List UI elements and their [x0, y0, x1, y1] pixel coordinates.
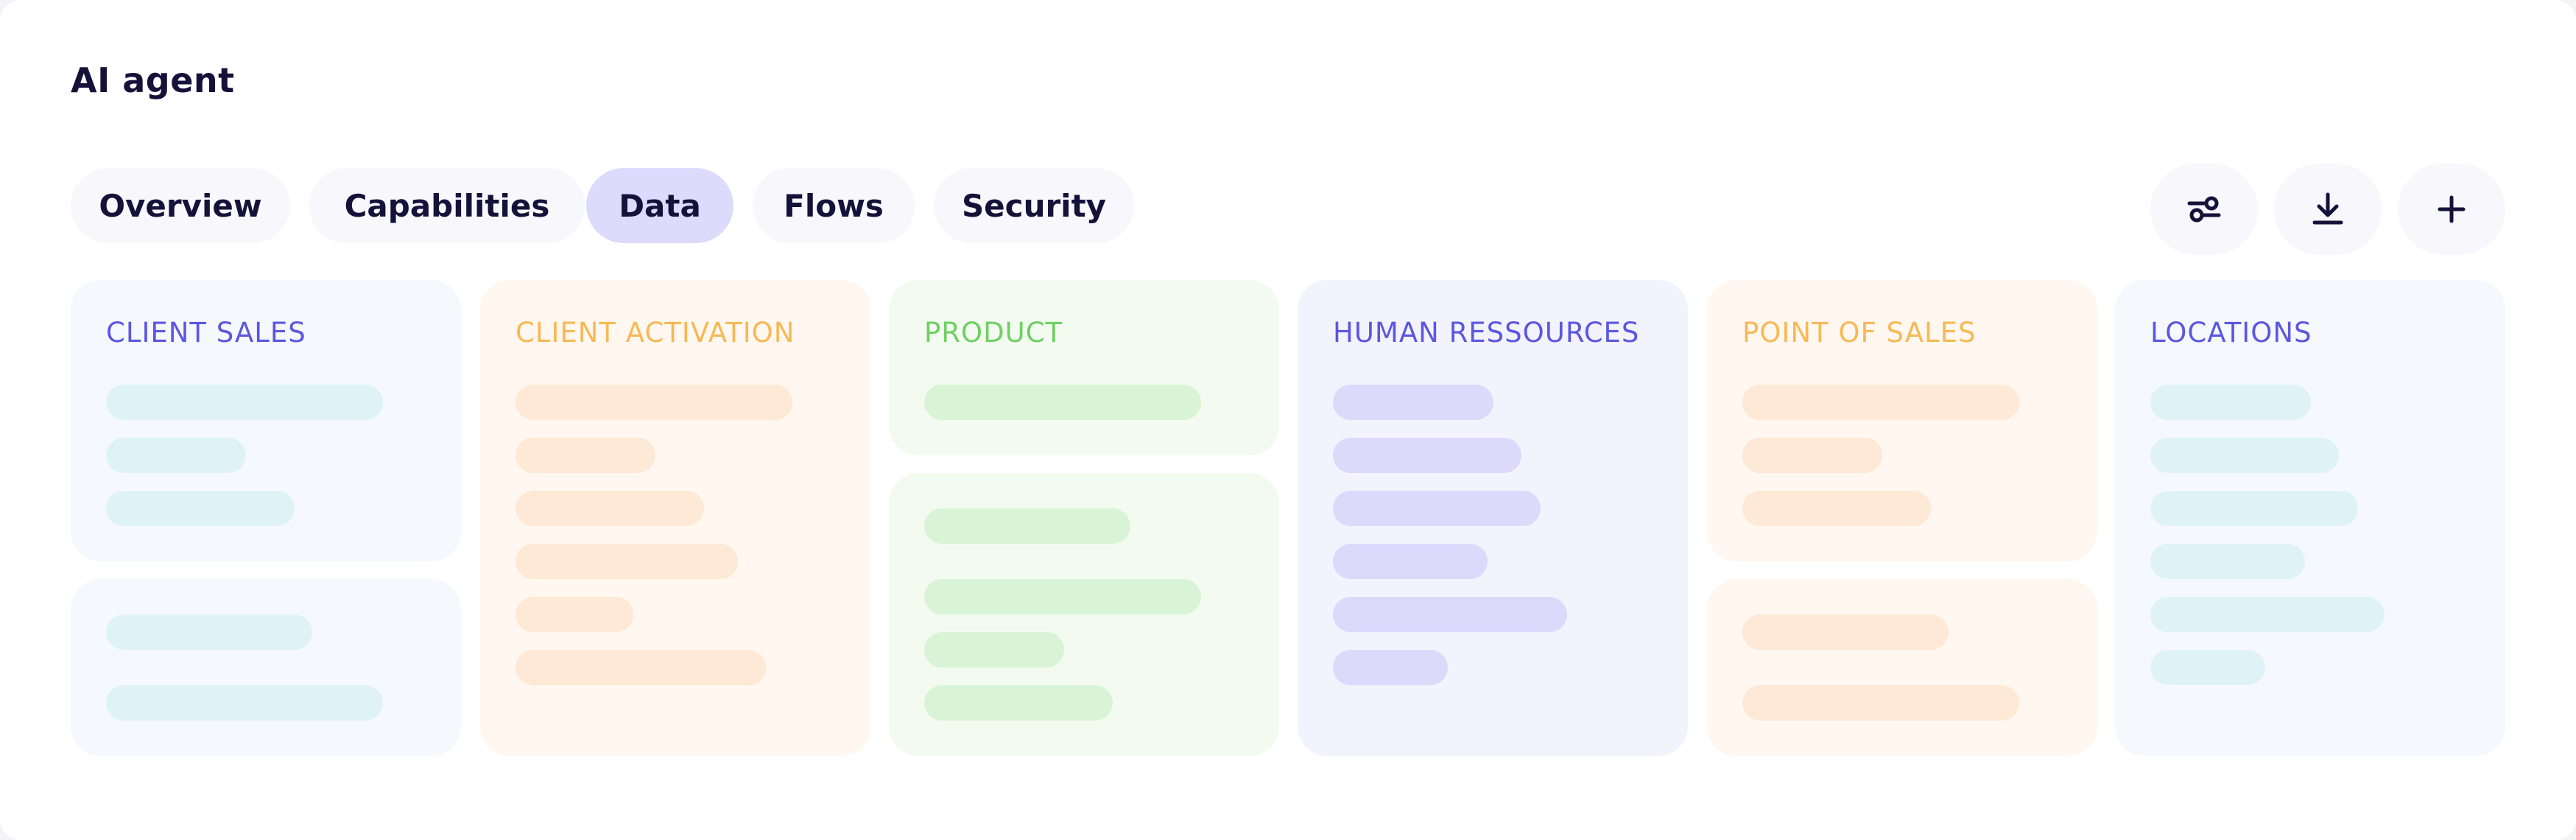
tab-flows[interactable]: Flows — [753, 168, 915, 243]
placeholder-bar — [2150, 597, 2385, 632]
tab-overview[interactable]: Overview — [71, 168, 290, 243]
add-button[interactable] — [2398, 164, 2505, 255]
placeholder-bar — [1333, 385, 1493, 420]
data-card[interactable] — [71, 579, 461, 756]
placeholder-bar — [1742, 615, 1949, 650]
card-title: CLIENT ACTIVATION — [515, 317, 795, 349]
placeholder-bar — [106, 491, 295, 526]
placeholder-bar — [2150, 385, 2311, 420]
placeholder-bar — [106, 685, 383, 721]
placeholder-bar — [2150, 650, 2265, 685]
data-card[interactable] — [1707, 579, 2097, 756]
placeholder-bar — [515, 650, 766, 685]
card-title: LOCATIONS — [2150, 317, 2312, 349]
sliders-icon — [2187, 196, 2221, 223]
placeholder-bar — [924, 579, 1201, 615]
data-card[interactable] — [889, 473, 1279, 756]
ai-agent-panel: AI agent Overview Capabilities Data Flow… — [0, 0, 2576, 840]
placeholder-bar — [1742, 385, 2019, 420]
placeholder-bar — [1333, 491, 1541, 526]
data-card[interactable]: POINT OF SALES — [1707, 280, 2097, 561]
placeholder-bar — [924, 508, 1130, 544]
download-icon — [2312, 192, 2343, 225]
plus-icon — [2438, 195, 2466, 223]
placeholder-bar — [515, 491, 704, 526]
tab-capabilities[interactable]: Capabilities — [309, 168, 585, 243]
placeholder-bar — [2150, 491, 2358, 526]
data-card[interactable]: HUMAN RESSOURCES — [1298, 280, 1688, 756]
placeholder-bar — [1742, 685, 2019, 721]
placeholder-bar — [1742, 491, 1931, 526]
placeholder-bar — [924, 632, 1064, 668]
tab-data[interactable]: Data — [586, 168, 733, 243]
placeholder-bar — [1333, 438, 1521, 473]
placeholder-bar — [2150, 544, 2305, 579]
data-card[interactable]: CLIENT SALES — [71, 280, 461, 561]
download-button[interactable] — [2274, 164, 2382, 255]
card-title: POINT OF SALES — [1742, 317, 1977, 349]
card-title: CLIENT SALES — [106, 317, 306, 349]
placeholder-bar — [924, 685, 1113, 721]
placeholder-bar — [1333, 650, 1448, 685]
placeholder-bar — [2150, 438, 2339, 473]
filter-button[interactable] — [2150, 164, 2258, 255]
placeholder-bar — [1742, 438, 1882, 473]
placeholder-bar — [924, 385, 1201, 420]
placeholder-bar — [106, 385, 383, 420]
placeholder-bar — [515, 438, 655, 473]
card-title: HUMAN RESSOURCES — [1333, 317, 1640, 349]
tab-security[interactable]: Security — [934, 168, 1134, 243]
placeholder-bar — [1333, 544, 1488, 579]
placeholder-bar — [515, 385, 792, 420]
page-title: AI agent — [71, 60, 235, 100]
placeholder-bar — [106, 438, 246, 473]
card-title: PRODUCT — [924, 317, 1063, 349]
placeholder-bar — [106, 615, 312, 650]
data-card[interactable]: LOCATIONS — [2115, 280, 2505, 756]
placeholder-bar — [515, 597, 633, 632]
placeholder-bar — [1333, 597, 1567, 632]
placeholder-bar — [515, 544, 738, 579]
data-card[interactable]: CLIENT ACTIVATION — [480, 280, 870, 756]
data-card[interactable]: PRODUCT — [889, 280, 1279, 455]
